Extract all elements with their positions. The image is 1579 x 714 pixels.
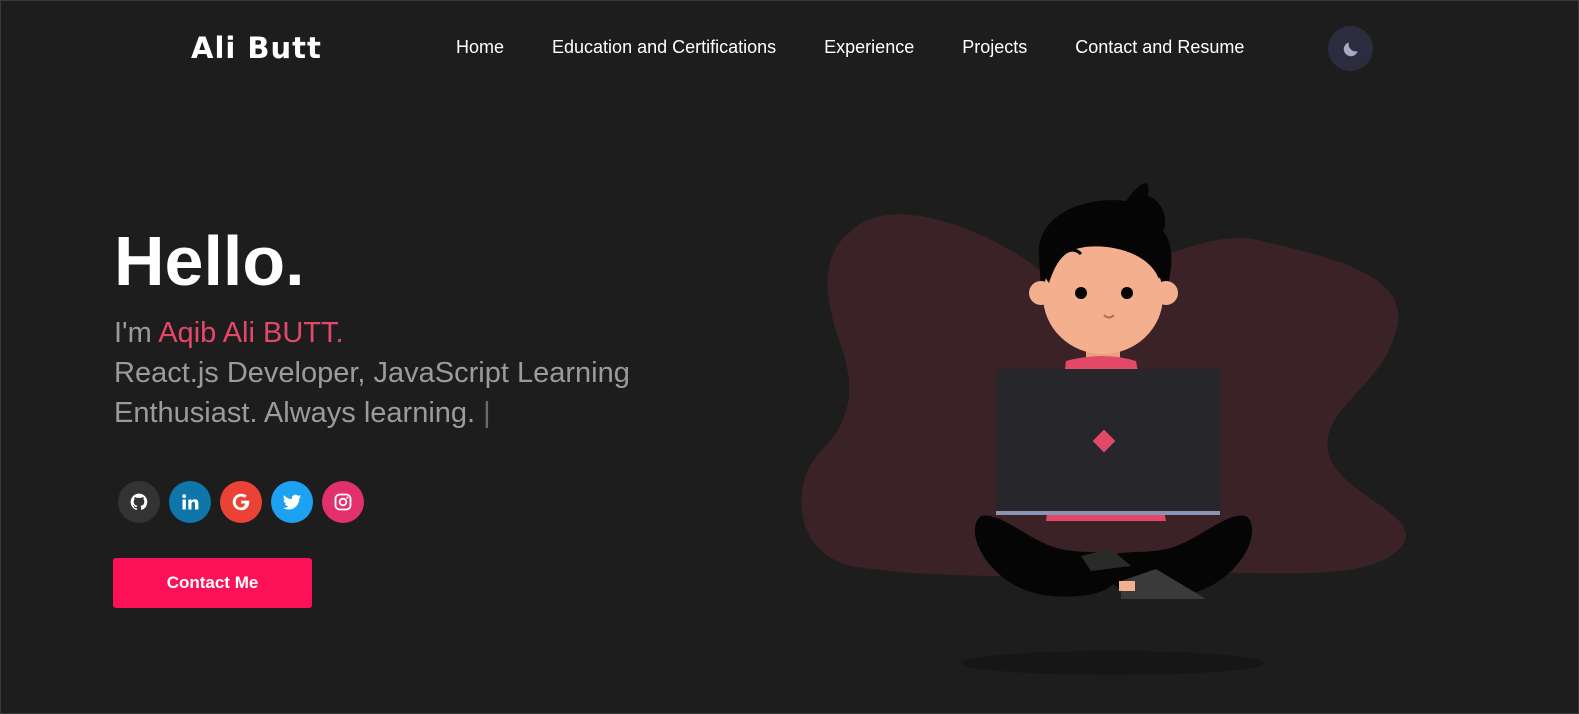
theme-toggle-button[interactable]: [1328, 26, 1373, 71]
moon-icon: [1343, 41, 1358, 56]
floor-shadow: [961, 651, 1265, 675]
site-logo[interactable]: Ali Butt: [191, 31, 322, 65]
nav-item-projects[interactable]: Projects: [962, 37, 1027, 58]
nav-item-experience[interactable]: Experience: [824, 37, 914, 58]
developer-illustration: [801, 183, 1406, 675]
typing-cursor: |: [483, 397, 491, 429]
google-link[interactable]: [220, 481, 262, 523]
twitter-link[interactable]: [271, 481, 313, 523]
github-icon: [130, 493, 148, 510]
social-links: [118, 481, 373, 523]
google-icon: [232, 493, 250, 511]
intro-prefix: I'm: [114, 317, 159, 349]
nav-item-education[interactable]: Education and Certifications: [552, 37, 776, 58]
linkedin-link[interactable]: [169, 481, 211, 523]
github-link[interactable]: [118, 481, 160, 523]
hero-name: Aqib Ali BUTT.: [158, 317, 344, 349]
main-nav: Home Education and Certifications Experi…: [456, 37, 1244, 58]
twitter-icon: [282, 494, 302, 510]
instagram-icon: [334, 493, 352, 511]
hero-greeting: Hello.: [114, 222, 305, 300]
contact-me-button[interactable]: Contact Me: [113, 558, 312, 608]
hero-tagline: React.js Developer, JavaScript Learning …: [114, 357, 630, 429]
nav-item-home[interactable]: Home: [456, 37, 504, 58]
linkedin-icon: [182, 494, 199, 510]
instagram-link[interactable]: [322, 481, 364, 523]
hero-intro: I'm Aqib Ali BUTT. React.js Developer, J…: [114, 313, 714, 433]
nav-item-contact-resume[interactable]: Contact and Resume: [1075, 37, 1244, 58]
page: Ali Butt Home Education and Certificatio…: [0, 0, 1579, 714]
